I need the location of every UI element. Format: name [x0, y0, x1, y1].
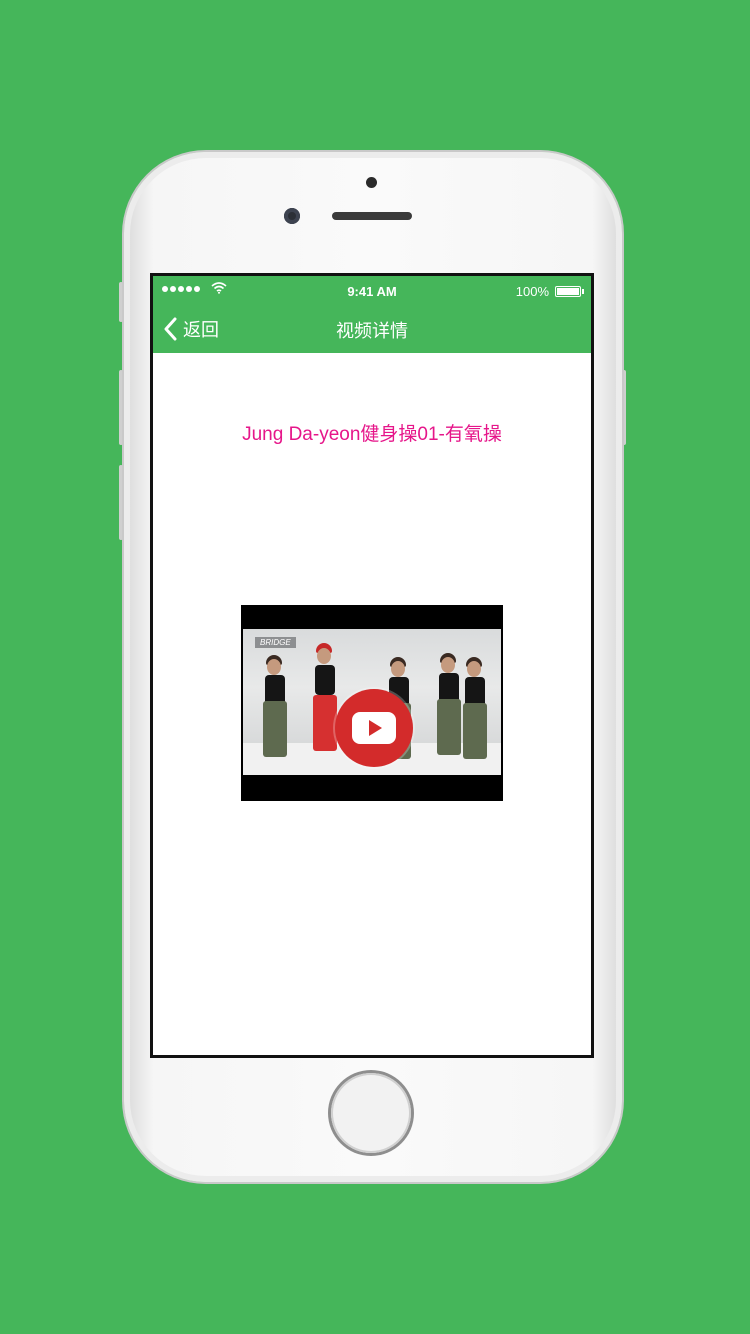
battery-icon	[555, 286, 584, 297]
phone-screen: 9:41 AM 100% 返回 视频详情 Jung Da-yeon健身操01-有…	[150, 273, 594, 1058]
volume-down-button	[119, 465, 123, 540]
video-title: Jung Da-yeon健身操01-有氧操	[242, 424, 502, 445]
mute-switch	[119, 282, 123, 322]
home-button[interactable]	[331, 1073, 411, 1153]
video-thumbnail: BRIDGE	[243, 629, 501, 775]
video-watermark: BRIDGE	[255, 637, 296, 648]
page-title: 视频详情	[336, 321, 408, 341]
volume-up-button	[119, 370, 123, 445]
power-button	[622, 370, 626, 445]
battery-percentage: 100%	[515, 284, 549, 299]
proximity-sensor	[366, 177, 377, 188]
status-bar: 9:41 AM 100%	[153, 276, 591, 302]
app-showcase: 9:41 AM 100% 返回 视频详情 Jung Da-yeon健身操01-有…	[0, 0, 750, 1334]
earpiece-speaker	[332, 212, 412, 220]
navigation-bar: 9:41 AM 100% 返回 视频详情	[153, 276, 591, 353]
front-camera-icon	[284, 208, 300, 224]
video-player[interactable]: BRIDGE	[241, 605, 503, 801]
play-icon[interactable]	[335, 689, 413, 767]
